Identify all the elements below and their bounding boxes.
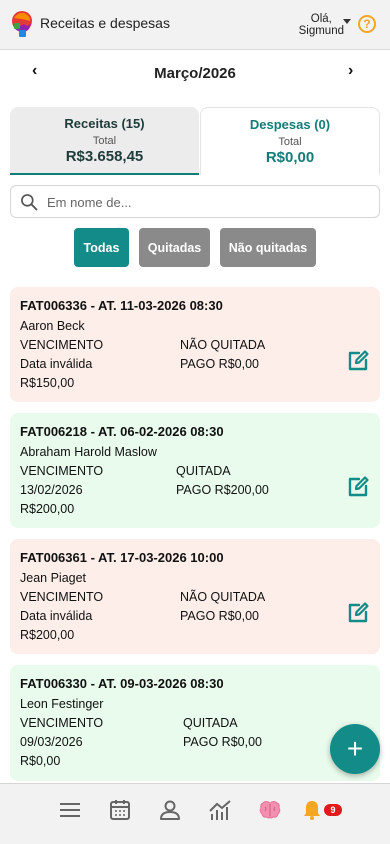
top-bar: Receitas e despesas Olá, Sigmund ? bbox=[0, 0, 390, 50]
tab-total-label: Total bbox=[278, 136, 302, 148]
payment-status: NÃO QUITADA bbox=[180, 590, 266, 604]
help-icon[interactable]: ? bbox=[358, 15, 376, 33]
paid-amount: PAGO R$200,00 bbox=[176, 483, 269, 497]
notification-badge: 9 bbox=[324, 804, 342, 816]
user-icon[interactable] bbox=[158, 798, 182, 822]
edit-icon[interactable] bbox=[346, 349, 370, 373]
invoice-amount: R$200,00 bbox=[20, 502, 75, 516]
app-title: Receitas e despesas bbox=[40, 15, 170, 31]
bell-icon[interactable] bbox=[300, 798, 324, 822]
status-filters: Todas Quitadas Não quitadas bbox=[0, 228, 390, 268]
due-label: VENCIMENTO bbox=[20, 716, 104, 730]
brain-icon[interactable] bbox=[258, 798, 282, 822]
due-date: 09/03/2026 bbox=[20, 735, 83, 749]
add-button[interactable]: + bbox=[330, 724, 380, 774]
type-tabs: Receitas (15) Total R$3.658,45 Despesas … bbox=[10, 107, 380, 175]
tab-title: Receitas (15) bbox=[64, 116, 145, 131]
chevron-down-icon[interactable] bbox=[343, 19, 351, 24]
bottom-navigation: 9 bbox=[0, 783, 390, 844]
tab-receitas[interactable]: Receitas (15) Total R$3.658,45 bbox=[10, 107, 199, 175]
tab-total-value: R$0,00 bbox=[265, 149, 315, 166]
search-icon bbox=[21, 194, 38, 211]
due-date: Data inválida bbox=[20, 609, 93, 623]
paid-amount: PAGO R$0,00 bbox=[183, 735, 262, 749]
edit-icon[interactable] bbox=[346, 475, 370, 499]
paid-amount: PAGO R$0,00 bbox=[180, 357, 259, 371]
invoice-amount: R$200,00 bbox=[20, 628, 75, 642]
user-name: Sigmund bbox=[298, 25, 344, 37]
list-item[interactable]: FAT006330 - AT. 09-03-2026 08:30 Leon Fe… bbox=[10, 665, 380, 781]
user-greeting[interactable]: Olá, Sigmund bbox=[299, 13, 344, 37]
due-label: VENCIMENTO bbox=[20, 590, 104, 604]
tab-total-value: R$3.658,45 bbox=[65, 148, 144, 165]
invoice-title: FAT006336 - AT. 11-03-2026 08:30 bbox=[20, 298, 223, 313]
payment-status: NÃO QUITADA bbox=[180, 338, 266, 352]
client-name: Leon Festinger bbox=[20, 697, 104, 711]
edit-icon[interactable] bbox=[346, 601, 370, 625]
month-label: Março/2026 bbox=[154, 65, 236, 82]
payment-status: QUITADA bbox=[183, 716, 238, 730]
filter-all-button[interactable]: Todas bbox=[74, 228, 129, 267]
client-name: Jean Piaget bbox=[20, 571, 87, 585]
due-label: VENCIMENTO bbox=[20, 464, 104, 478]
app-logo-icon bbox=[12, 11, 32, 37]
calendar-icon[interactable] bbox=[108, 798, 132, 822]
client-name: Aaron Beck bbox=[20, 319, 85, 333]
invoice-amount: R$0,00 bbox=[20, 754, 61, 768]
paid-amount: PAGO R$0,00 bbox=[180, 609, 259, 623]
chart-icon[interactable] bbox=[208, 798, 232, 822]
invoice-title: FAT006330 - AT. 09-03-2026 08:30 bbox=[20, 676, 224, 691]
menu-icon[interactable] bbox=[58, 798, 82, 822]
search-input[interactable] bbox=[47, 190, 367, 214]
payment-status: QUITADA bbox=[176, 464, 231, 478]
due-date: Data inválida bbox=[20, 357, 93, 371]
invoice-title: FAT006218 - AT. 06-02-2026 08:30 bbox=[20, 424, 224, 439]
tab-title: Despesas (0) bbox=[249, 117, 331, 132]
invoice-title: FAT006361 - AT. 17-03-2026 10:00 bbox=[20, 550, 224, 565]
due-date: 13/02/2026 bbox=[20, 483, 83, 497]
month-navigation: ‹ Março/2026 › bbox=[0, 58, 390, 88]
invoice-amount: R$150,00 bbox=[20, 376, 75, 390]
list-item[interactable]: FAT006218 - AT. 06-02-2026 08:30 Abraham… bbox=[10, 413, 380, 528]
filter-unpaid-button[interactable]: Não quitadas bbox=[220, 228, 316, 267]
search-box[interactable] bbox=[10, 185, 380, 218]
next-month-button[interactable]: › bbox=[348, 62, 353, 80]
list-item[interactable]: FAT006361 - AT. 17-03-2026 10:00 Jean Pi… bbox=[10, 539, 380, 654]
greeting-line: Olá, bbox=[310, 13, 332, 25]
tab-total-label: Total bbox=[92, 135, 117, 147]
tab-despesas[interactable]: Despesas (0) Total R$0,00 bbox=[200, 107, 380, 175]
list-item[interactable]: FAT006336 - AT. 11-03-2026 08:30 Aaron B… bbox=[10, 287, 380, 402]
filter-paid-button[interactable]: Quitadas bbox=[139, 228, 210, 267]
due-label: VENCIMENTO bbox=[20, 338, 104, 352]
client-name: Abraham Harold Maslow bbox=[20, 445, 157, 459]
